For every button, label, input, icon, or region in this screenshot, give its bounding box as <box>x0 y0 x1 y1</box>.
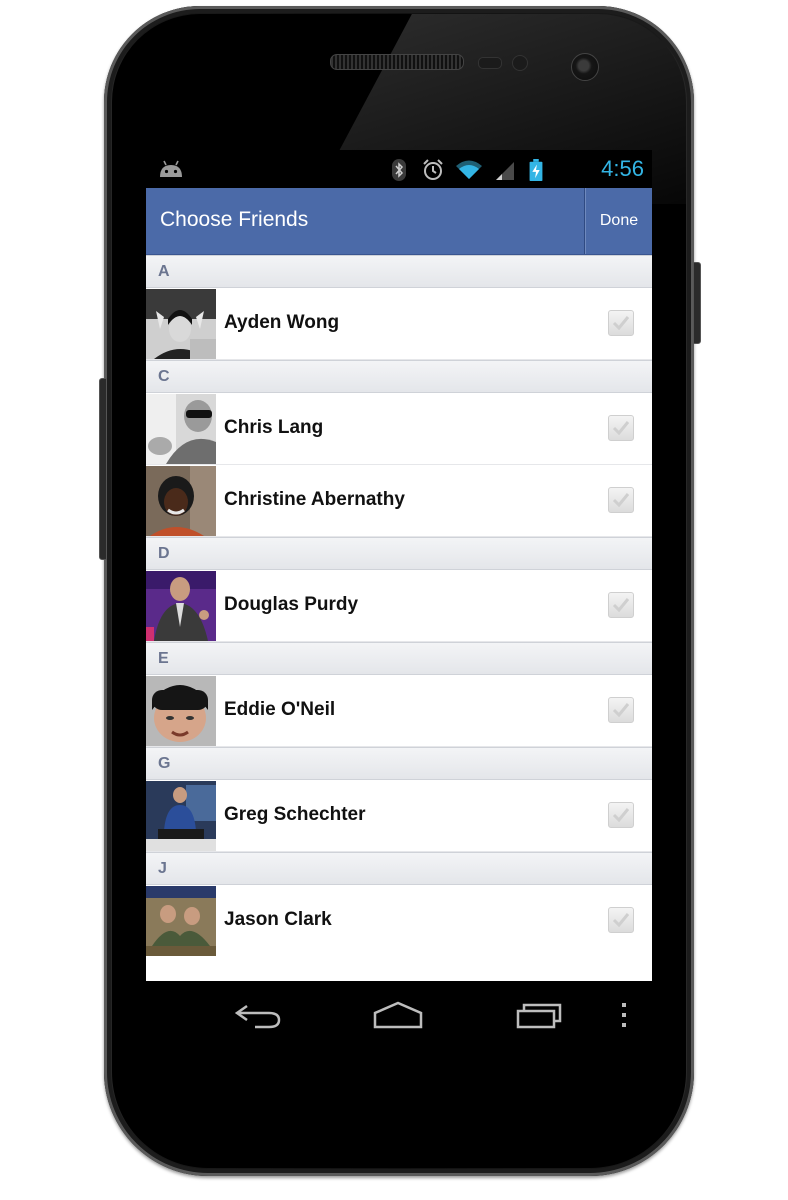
recent-apps-icon <box>516 1003 562 1029</box>
section-header-a: A <box>146 255 652 288</box>
front-camera <box>571 53 599 81</box>
avatar <box>146 466 216 536</box>
action-bar: Choose Friends Done <box>146 188 652 255</box>
back-button[interactable] <box>228 995 288 1035</box>
screen: 4:56 Choose Friends Done A Ayden Wong C … <box>146 150 652 1048</box>
section-letter: A <box>158 263 170 280</box>
avatar <box>146 289 216 359</box>
action-bar-divider <box>584 188 585 254</box>
bluetooth-icon <box>392 159 406 181</box>
avatar <box>146 571 216 641</box>
wifi-icon <box>456 160 482 179</box>
page-title: Choose Friends <box>160 208 309 231</box>
light-sensor <box>512 55 528 71</box>
section-letter: C <box>158 368 170 385</box>
friend-name: Greg Schechter <box>224 804 366 825</box>
friend-name: Eddie O'Neil <box>224 699 336 720</box>
power-button <box>693 262 701 344</box>
friend-row-ayden-wong[interactable]: Ayden Wong <box>146 288 652 360</box>
friend-row-chris-lang[interactable]: Chris Lang <box>146 393 652 465</box>
section-letter: G <box>158 755 171 772</box>
section-header-e: E <box>146 642 652 675</box>
friend-checkbox[interactable] <box>608 487 634 513</box>
friend-name: Jason Clark <box>224 909 332 930</box>
section-letter: E <box>158 650 169 667</box>
signal-icon <box>496 162 514 180</box>
friend-checkbox[interactable] <box>608 697 634 723</box>
avatar <box>146 886 216 956</box>
friend-row-christine-abernathy[interactable]: Christine Abernathy <box>146 465 652 537</box>
home-icon <box>373 1001 423 1029</box>
friend-row-greg-schechter[interactable]: Greg Schechter <box>146 780 652 852</box>
section-header-c: C <box>146 360 652 393</box>
avatar <box>146 676 216 746</box>
section-letter: J <box>158 860 167 877</box>
section-letter: D <box>158 545 170 562</box>
avatar <box>146 781 216 851</box>
proximity-sensor <box>478 57 502 69</box>
friend-name: Chris Lang <box>224 417 324 438</box>
friend-name: Christine Abernathy <box>224 489 405 510</box>
friend-name: Ayden Wong <box>224 312 340 333</box>
menu-overflow-icon <box>622 1003 626 1027</box>
menu-overflow-button[interactable] <box>594 995 652 1035</box>
section-header-j: J <box>146 852 652 885</box>
avatar <box>146 394 216 464</box>
status-bar: 4:56 <box>146 150 652 188</box>
friend-name: Douglas Purdy <box>224 594 359 615</box>
friend-checkbox[interactable] <box>608 415 634 441</box>
friend-row-jason-clark[interactable]: Jason Clark <box>146 885 652 957</box>
friend-checkbox[interactable] <box>608 310 634 336</box>
android-icon <box>160 160 182 177</box>
friend-checkbox[interactable] <box>608 907 634 933</box>
friend-checkbox[interactable] <box>608 592 634 618</box>
friend-checkbox[interactable] <box>608 802 634 828</box>
back-icon <box>234 1004 281 1029</box>
friend-row-eddie-oneil[interactable]: Eddie O'Neil <box>146 675 652 747</box>
battery-charging-icon <box>529 159 543 181</box>
section-header-g: G <box>146 747 652 780</box>
friend-row-douglas-purdy[interactable]: Douglas Purdy <box>146 570 652 642</box>
done-button[interactable]: Done <box>586 188 652 254</box>
alarm-icon <box>423 159 443 180</box>
status-clock: 4:56 <box>601 156 644 181</box>
recent-apps-button[interactable] <box>510 995 570 1035</box>
section-header-d: D <box>146 537 652 570</box>
home-button[interactable] <box>368 995 428 1035</box>
volume-button <box>99 378 107 560</box>
earpiece-speaker <box>330 54 464 70</box>
friend-list[interactable]: A Ayden Wong C Chris Lang Christine Aber… <box>146 255 652 981</box>
navigation-bar <box>146 981 652 1048</box>
